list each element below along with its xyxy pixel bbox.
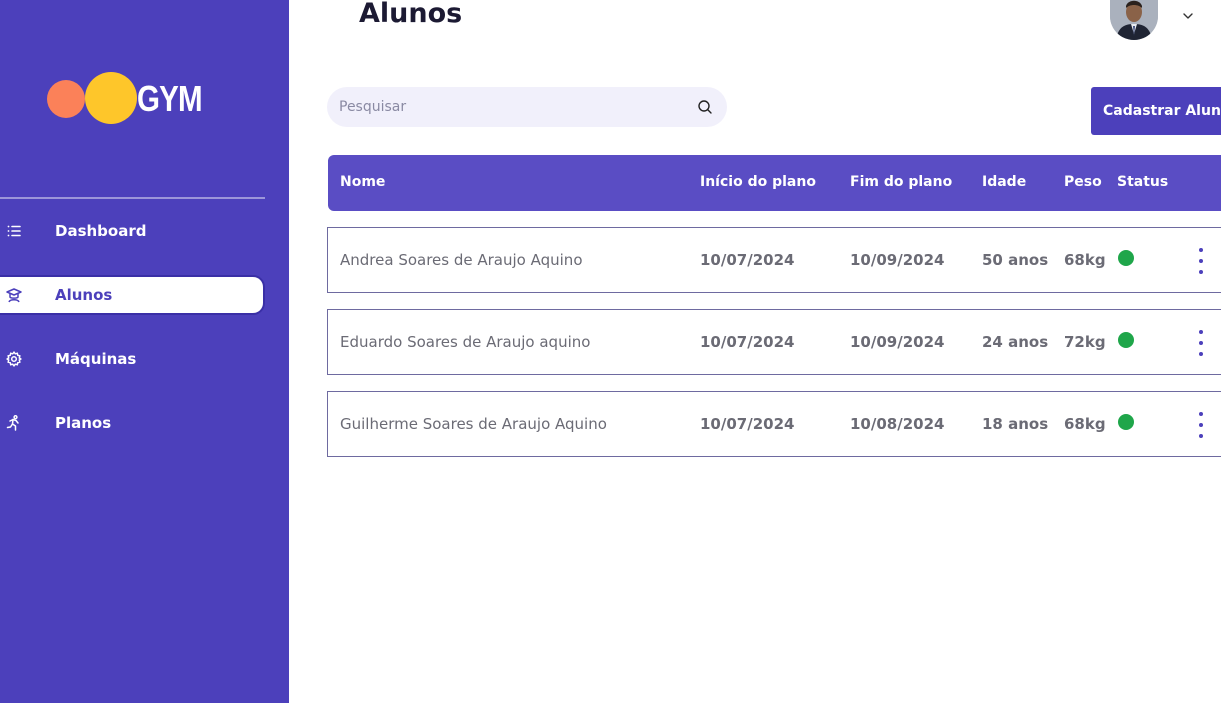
student-weight: 68kg — [1064, 251, 1106, 269]
list-icon — [6, 223, 22, 239]
student-age: 24 anos — [982, 333, 1049, 351]
student-age: 18 anos — [982, 415, 1049, 433]
column-header-status: Status — [1117, 174, 1169, 190]
status-active-indicator — [1118, 414, 1134, 430]
logo-text: GYM — [137, 78, 203, 119]
table-row[interactable]: Eduardo Soares de Araujo aquino 10/07/20… — [327, 309, 1221, 375]
plan-end: 10/09/2024 — [850, 333, 945, 351]
table-row[interactable]: Andrea Soares de Araujo Aquino 10/07/202… — [327, 227, 1221, 293]
student-icon — [6, 287, 22, 303]
sidebar: GYM Dashboard Alunos Máquinas Planos — [0, 0, 289, 703]
sidebar-item-label: Dashboard — [55, 222, 147, 240]
avatar[interactable] — [1110, 0, 1158, 40]
plan-start: 10/07/2024 — [700, 251, 795, 269]
gear-icon — [6, 351, 22, 367]
sidebar-item-label: Alunos — [55, 286, 113, 304]
add-student-button[interactable]: Cadastrar Aluno — [1091, 87, 1221, 135]
running-icon — [6, 415, 22, 431]
student-age: 50 anos — [982, 251, 1049, 269]
logo-circle-orange — [47, 80, 85, 118]
column-header-idade: Idade — [982, 174, 1027, 190]
column-header-inicio: Início do plano — [700, 174, 816, 190]
sidebar-item-maquinas[interactable]: Máquinas — [0, 339, 265, 379]
more-options-icon[interactable] — [1194, 248, 1208, 274]
sidebar-item-dashboard[interactable]: Dashboard — [0, 211, 265, 251]
plan-start: 10/07/2024 — [700, 415, 795, 433]
column-header-nome: Nome — [340, 174, 386, 190]
student-name: Guilherme Soares de Araujo Aquino — [340, 415, 607, 433]
table-header: Nome Início do plano Fim do plano Idade … — [328, 155, 1221, 211]
plan-start: 10/07/2024 — [700, 333, 795, 351]
logo-circle-yellow — [85, 72, 137, 124]
column-header-fim: Fim do plano — [850, 174, 953, 190]
page-title: Alunos — [359, 0, 463, 29]
app: GYM Dashboard Alunos Máquinas Planos Alu… — [0, 0, 1221, 703]
table-row[interactable]: Guilherme Soares de Araujo Aquino 10/07/… — [327, 391, 1221, 457]
sidebar-item-alunos[interactable]: Alunos — [0, 275, 265, 315]
search-icon[interactable] — [697, 99, 713, 115]
sidebar-item-label: Planos — [55, 414, 112, 432]
status-active-indicator — [1118, 332, 1134, 348]
sidebar-item-label: Máquinas — [55, 350, 137, 368]
plan-end: 10/09/2024 — [850, 251, 945, 269]
column-header-peso: Peso — [1064, 174, 1102, 190]
status-active-indicator — [1118, 250, 1134, 266]
student-name: Eduardo Soares de Araujo aquino — [340, 333, 591, 351]
search-input[interactable] — [339, 87, 689, 127]
student-weight: 72kg — [1064, 333, 1106, 351]
student-name: Andrea Soares de Araujo Aquino — [340, 251, 583, 269]
sidebar-item-planos[interactable]: Planos — [0, 403, 265, 443]
more-options-icon[interactable] — [1194, 412, 1208, 438]
chevron-down-icon[interactable] — [1180, 8, 1196, 24]
sidebar-divider — [0, 197, 265, 199]
student-weight: 68kg — [1064, 415, 1106, 433]
search-bar — [327, 87, 727, 127]
plan-end: 10/08/2024 — [850, 415, 945, 433]
more-options-icon[interactable] — [1194, 330, 1208, 356]
